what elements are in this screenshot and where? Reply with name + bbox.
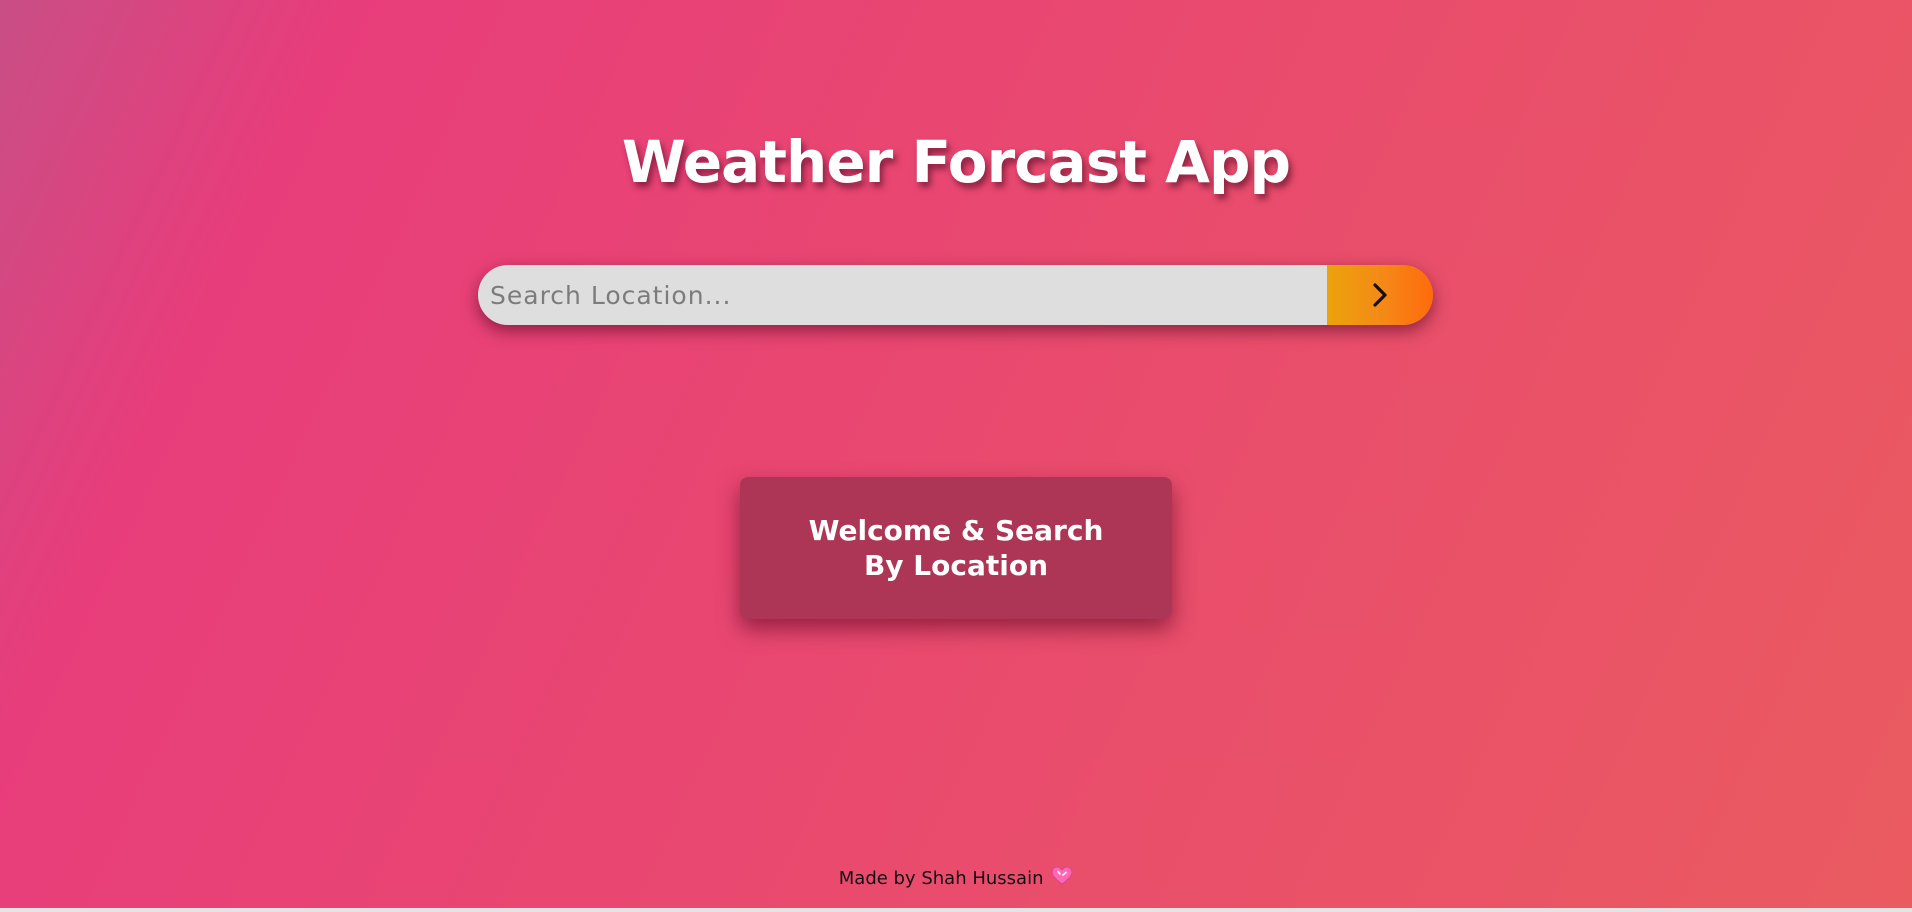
heart-icon (1051, 866, 1073, 885)
page-title: Weather Forcast App (621, 128, 1291, 196)
search-button[interactable] (1327, 265, 1433, 325)
search-input[interactable] (478, 265, 1327, 325)
welcome-message: Welcome & Search By Location (808, 514, 1104, 582)
welcome-card: Welcome & Search By Location (740, 477, 1172, 619)
search-bar (478, 265, 1433, 325)
app-background: Weather Forcast App Welcome & Search By … (0, 0, 1912, 908)
chevron-right-icon (1373, 283, 1387, 307)
footer-credit: Made by Shah Hussain (838, 868, 1044, 889)
footer: Made by Shah Hussain (0, 866, 1912, 889)
